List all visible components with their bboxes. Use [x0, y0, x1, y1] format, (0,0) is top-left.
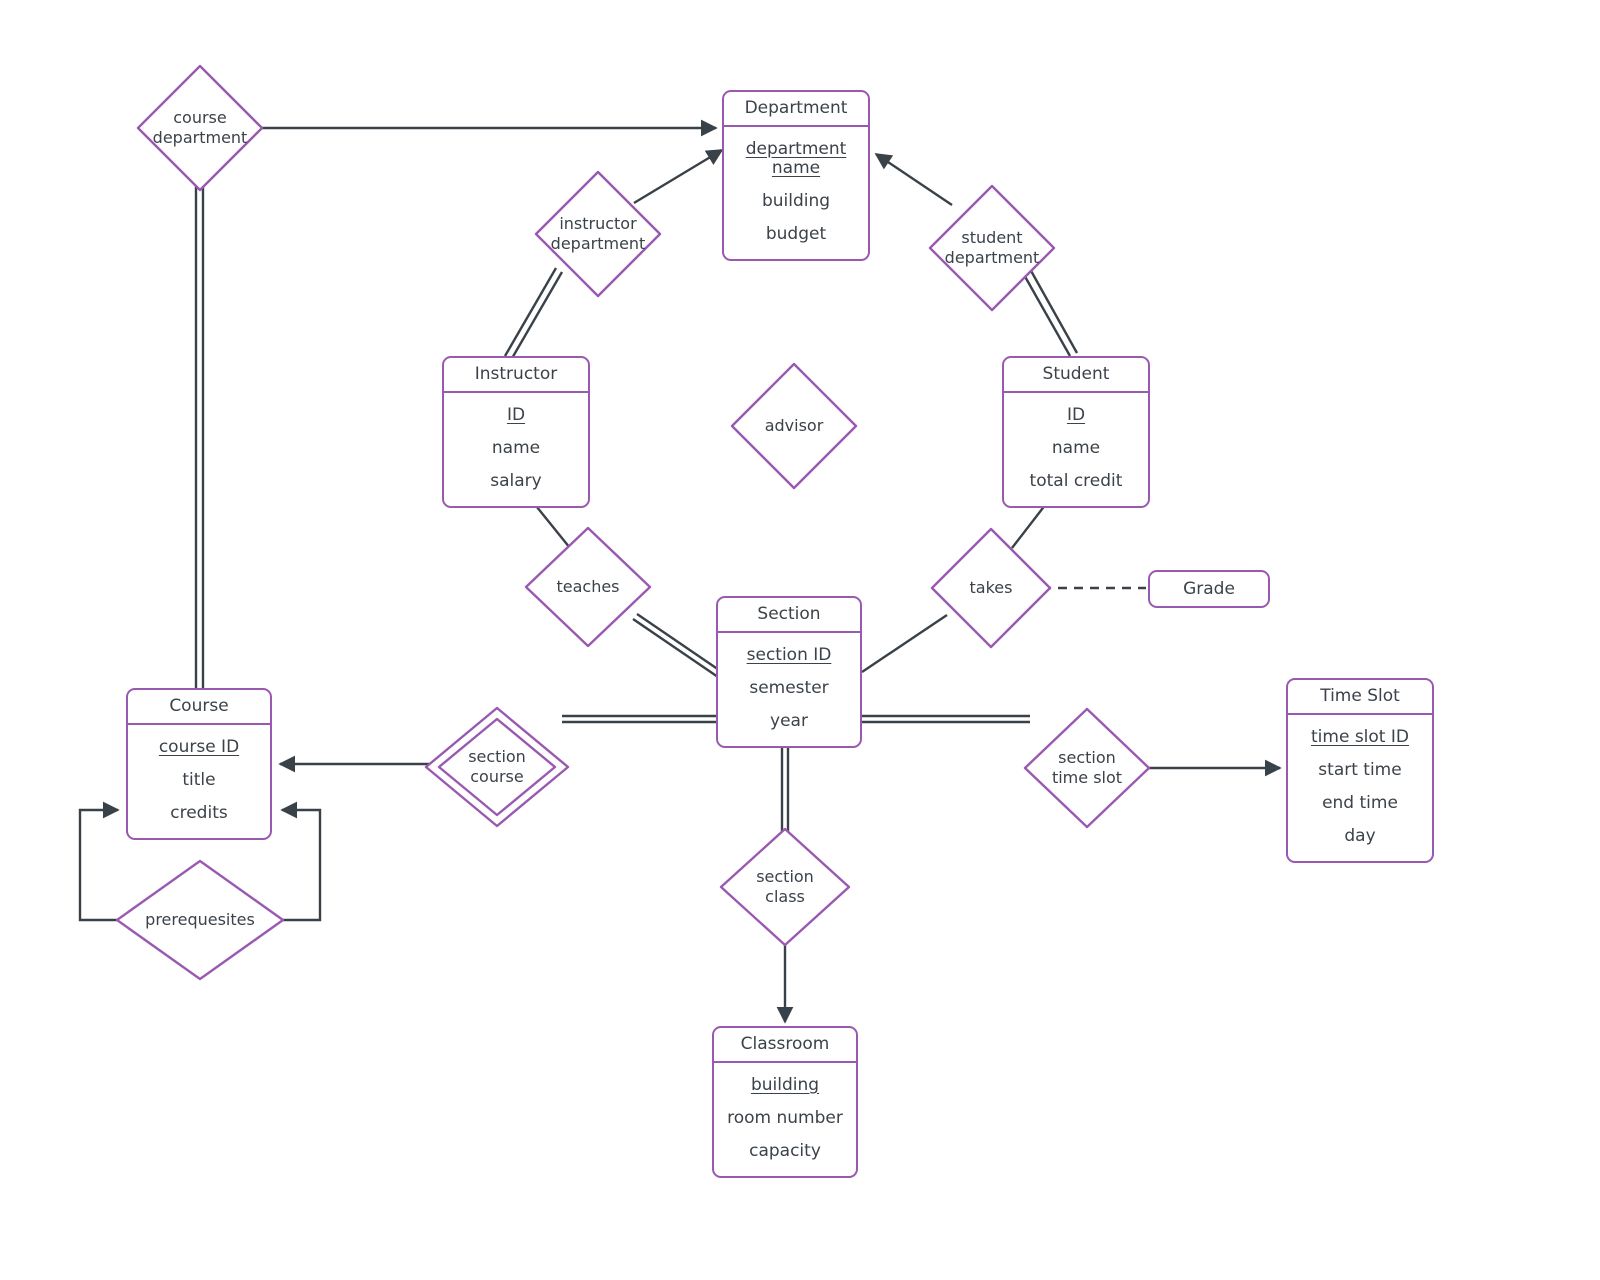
attribute-time-slot-id: time slot ID [1311, 726, 1409, 747]
entity-section-title: Section [718, 598, 860, 633]
entity-classroom-attributes: building room number capacity [714, 1063, 856, 1176]
entity-section-attributes: section ID semester year [718, 633, 860, 746]
attribute-student-total-credit: total credit [1029, 470, 1123, 491]
entity-instructor-attributes: ID name salary [444, 393, 588, 506]
entity-department[interactable]: Department department name building budg… [722, 90, 870, 261]
relationship-prerequesites[interactable]: prerequesites [114, 858, 286, 982]
entity-classroom[interactable]: Classroom building room number capacity [712, 1026, 858, 1178]
relationship-student-department[interactable]: student department [926, 182, 1058, 314]
entity-time-slot-title: Time Slot [1288, 680, 1432, 715]
attribute-instructor-name: name [491, 437, 541, 458]
attribute-student-name: name [1051, 437, 1101, 458]
attribute-budget: budget [765, 223, 827, 244]
attribute-course-credits: credits [170, 802, 228, 823]
relationship-teaches[interactable]: teaches [522, 524, 654, 650]
attribute-start-time: start time [1318, 759, 1402, 780]
relationship-instructor-department[interactable]: instructor department [532, 168, 664, 300]
attribute-section-year: year [770, 710, 808, 731]
er-diagram-canvas: Department department name building budg… [0, 0, 1600, 1280]
attribute-student-id: ID [1066, 404, 1086, 425]
attribute-course-id: course ID [158, 736, 240, 757]
relationship-takes[interactable]: takes [928, 525, 1054, 651]
attribute-section-id: section ID [746, 644, 832, 665]
attribute-course-title: title [182, 769, 216, 790]
entity-instructor-title: Instructor [444, 358, 588, 393]
relationship-section-time-slot[interactable]: section time slot [1022, 706, 1152, 830]
entity-student[interactable]: Student ID name total credit [1002, 356, 1150, 508]
attribute-classroom-building: building [750, 1074, 820, 1095]
relationship-section-course[interactable]: section course [424, 706, 570, 828]
entity-classroom-title: Classroom [714, 1028, 856, 1063]
entity-department-attributes: department name building budget [724, 127, 868, 259]
entity-course-attributes: course ID title credits [128, 725, 270, 838]
relationship-advisor[interactable]: advisor [728, 360, 860, 492]
relationship-course-department[interactable]: course department [134, 62, 266, 194]
attribute-instructor-salary: salary [490, 470, 542, 491]
attribute-box-grade-label: Grade [1183, 579, 1235, 599]
attribute-room-number: room number [727, 1107, 843, 1128]
entity-department-title: Department [724, 92, 868, 127]
entity-section[interactable]: Section section ID semester year [716, 596, 862, 748]
attribute-capacity: capacity [749, 1140, 821, 1161]
entity-time-slot-attributes: time slot ID start time end time day [1288, 715, 1432, 861]
entity-instructor[interactable]: Instructor ID name salary [442, 356, 590, 508]
attribute-section-semester: semester [749, 677, 829, 698]
relationship-section-class[interactable]: section class [718, 826, 852, 948]
entity-course[interactable]: Course course ID title credits [126, 688, 272, 840]
attribute-building: building [761, 190, 831, 211]
entity-student-title: Student [1004, 358, 1148, 393]
entity-course-title: Course [128, 690, 270, 725]
attribute-day: day [1344, 825, 1376, 846]
entity-time-slot[interactable]: Time Slot time slot ID start time end ti… [1286, 678, 1434, 863]
entity-student-attributes: ID name total credit [1004, 393, 1148, 506]
attribute-department-name: department name [745, 138, 847, 178]
attribute-instructor-id: ID [506, 404, 526, 425]
attribute-box-grade[interactable]: Grade [1148, 570, 1270, 608]
attribute-end-time: end time [1322, 792, 1398, 813]
